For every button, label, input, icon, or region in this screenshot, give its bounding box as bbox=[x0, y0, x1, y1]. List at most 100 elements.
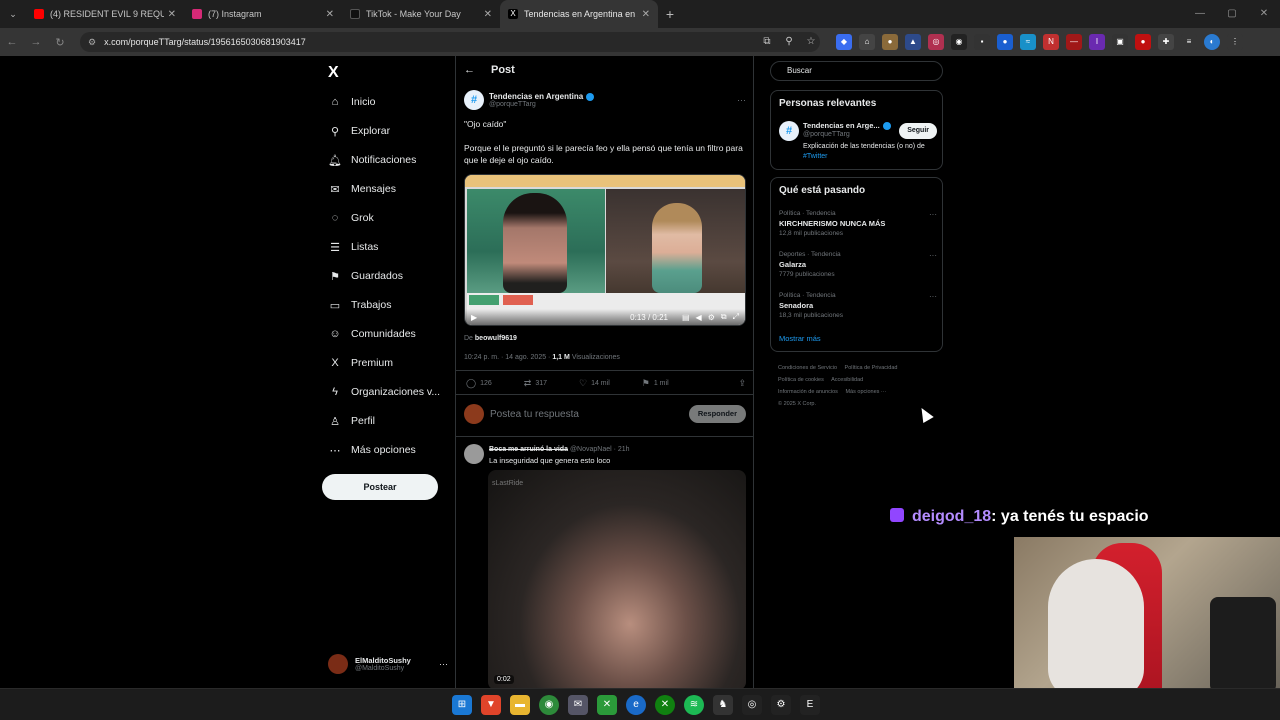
profile-avatar[interactable]: ◐ bbox=[1204, 34, 1220, 50]
mail-icon[interactable]: ✉ bbox=[568, 695, 588, 715]
close-icon[interactable]: ✕ bbox=[326, 9, 334, 20]
post-button[interactable]: Postear bbox=[322, 474, 438, 500]
extension-icon[interactable]: ◎ bbox=[928, 34, 944, 50]
forward-icon[interactable]: → bbox=[24, 36, 48, 48]
more-icon[interactable]: ··· bbox=[929, 251, 937, 260]
volume-icon[interactable]: ◀ bbox=[696, 313, 702, 322]
app-icon[interactable]: ♞ bbox=[713, 695, 733, 715]
install-icon[interactable]: ⧉ bbox=[760, 32, 774, 52]
repost-button[interactable]: ⇄ 317 bbox=[524, 378, 547, 389]
address-bar[interactable]: ⚙ x.com/porqueTTarg/status/1956165030681… bbox=[80, 32, 820, 52]
brave-icon[interactable]: ▼ bbox=[481, 695, 501, 715]
sidebar-icon[interactable]: ≡ bbox=[1181, 34, 1197, 50]
back-icon[interactable]: ← bbox=[0, 36, 24, 48]
extension-icon[interactable]: ◉ bbox=[951, 34, 967, 50]
more-icon[interactable]: ··· bbox=[737, 95, 746, 105]
nav-explorar[interactable]: ⚲ Explorar bbox=[328, 121, 390, 141]
nav-premium[interactable]: X Premium bbox=[328, 353, 393, 373]
follow-button[interactable]: Seguir bbox=[899, 123, 937, 139]
nav-mensajes[interactable]: ✉ Mensajes bbox=[328, 179, 396, 199]
settings-icon[interactable]: ⚙ bbox=[708, 313, 715, 322]
extension-icon[interactable]: ▣ bbox=[1112, 34, 1128, 50]
extension-icon[interactable]: N bbox=[1043, 34, 1059, 50]
search-input[interactable]: Buscar bbox=[770, 61, 943, 81]
steam-icon[interactable]: ⚙ bbox=[771, 695, 791, 715]
author-name[interactable]: Tendencias en Argentina bbox=[489, 92, 583, 101]
avatar[interactable] bbox=[464, 444, 484, 464]
author-handle[interactable]: @porqueTTarg bbox=[489, 101, 594, 108]
new-tab-button[interactable]: + bbox=[658, 6, 682, 22]
extension-icon[interactable]: ⌂ bbox=[859, 34, 875, 50]
close-window-icon[interactable]: ✕ bbox=[1248, 0, 1280, 28]
bookmark-button[interactable]: ⚑ 1 mil bbox=[642, 378, 669, 389]
tab-search-icon[interactable]: ⌄ bbox=[0, 0, 26, 28]
footer-link[interactable]: Política de cookies bbox=[778, 377, 824, 383]
nav-inicio[interactable]: ⌂ Inicio bbox=[328, 92, 376, 112]
post-video[interactable]: ▶ 0:13 / 0:21 ▤ ◀ ⚙ ⧉ ⤢ bbox=[464, 174, 746, 326]
nav-notificaciones[interactable]: 🔔︎ Notificaciones bbox=[328, 150, 416, 170]
x-logo-icon[interactable]: X bbox=[328, 64, 339, 82]
more-icon[interactable]: ··· bbox=[929, 292, 937, 301]
extension-icon[interactable]: ◆ bbox=[836, 34, 852, 50]
nav-trabajos[interactable]: ▭ Trabajos bbox=[328, 295, 392, 315]
zoom-icon[interactable]: ⚲ bbox=[782, 32, 796, 52]
from-user[interactable]: beowulf9619 bbox=[475, 335, 517, 342]
reload-icon[interactable]: ↻ bbox=[48, 36, 72, 49]
nav-comunidades[interactable]: ☺ Comunidades bbox=[328, 324, 415, 344]
account-switcher[interactable]: ElMalditoSushy @MalditoSushy ··· bbox=[328, 654, 448, 674]
tab-x[interactable]: X Tendencias en Argentina en X: ✕ bbox=[500, 0, 658, 28]
epic-icon[interactable]: E bbox=[800, 695, 820, 715]
tab-tiktok[interactable]: TikTok - Make Your Day ✕ bbox=[342, 0, 500, 28]
nav-grok[interactable]: ◌ Grok bbox=[328, 208, 374, 228]
trend-item[interactable]: Política · Tendencia KIRCHNERISMO NUNCA … bbox=[779, 210, 937, 237]
obs-icon[interactable]: ◎ bbox=[742, 695, 762, 715]
tab-youtube[interactable]: (4) RESIDENT EVIL 9 REQUIEM · ✕ bbox=[26, 0, 184, 28]
nav-guardados[interactable]: ⚑ Guardados bbox=[328, 266, 403, 286]
extension-icon[interactable]: I bbox=[1089, 34, 1105, 50]
reply-submit-button[interactable]: Responder bbox=[688, 405, 746, 423]
extension-icon[interactable]: ≈ bbox=[1020, 34, 1036, 50]
back-arrow-icon[interactable]: ← bbox=[464, 64, 475, 76]
nav-organizaciones[interactable]: ϟ Organizaciones v... bbox=[328, 382, 440, 402]
fullscreen-icon[interactable]: ⤢ bbox=[733, 312, 739, 322]
play-icon[interactable]: ▶ bbox=[471, 313, 477, 322]
footer-link[interactable]: Accesibilidad bbox=[831, 377, 863, 383]
extension-icon[interactable]: ▲ bbox=[905, 34, 921, 50]
windows-start-icon[interactable]: ⊞ bbox=[452, 695, 472, 715]
show-more-link[interactable]: Mostrar más bbox=[779, 334, 821, 343]
post-timestamp[interactable]: 10:24 p. m. · 14 ago. 2025 · bbox=[464, 354, 550, 361]
close-icon[interactable]: ✕ bbox=[168, 9, 176, 20]
chrome-icon[interactable]: ◉ bbox=[539, 695, 559, 715]
footer-link[interactable]: Más opciones ··· bbox=[845, 389, 886, 395]
extension-icon[interactable]: ▪ bbox=[974, 34, 990, 50]
pip-icon[interactable]: ⧉ bbox=[721, 312, 727, 322]
folder-icon[interactable]: ▬ bbox=[510, 695, 530, 715]
trend-item[interactable]: Política · Tendencia Senadora 18,3 mil p… bbox=[779, 292, 937, 319]
more-icon[interactable]: ··· bbox=[929, 210, 937, 219]
tab-instagram[interactable]: (7) Instagram ✕ bbox=[184, 0, 342, 28]
like-button[interactable]: ♡ 14 mil bbox=[579, 378, 610, 389]
close-icon[interactable]: ✕ bbox=[484, 9, 492, 20]
edge-icon[interactable]: e bbox=[626, 695, 646, 715]
star-icon[interactable]: ☆ bbox=[804, 32, 818, 52]
footer-link[interactable]: Condiciones de Servicio bbox=[778, 365, 837, 371]
puzzle-icon[interactable]: ✚ bbox=[1158, 34, 1174, 50]
hashtag-avatar-icon[interactable]: # bbox=[779, 121, 799, 141]
menu-icon[interactable]: ⋮ bbox=[1227, 34, 1243, 50]
extension-icon[interactable]: ● bbox=[997, 34, 1013, 50]
extension-icon[interactable]: — bbox=[1066, 34, 1082, 50]
spotify-icon[interactable]: ≋ bbox=[684, 695, 704, 715]
extension-icon[interactable]: ● bbox=[882, 34, 898, 50]
nav-listas[interactable]: ☰ Listas bbox=[328, 237, 378, 257]
excel-icon[interactable]: ✕ bbox=[597, 695, 617, 715]
xbox-icon[interactable]: ✕ bbox=[655, 695, 675, 715]
share-icon[interactable]: ⇪ bbox=[738, 378, 746, 389]
maximize-icon[interactable]: ▢ bbox=[1216, 0, 1248, 28]
reply-button[interactable]: ◯ 126 bbox=[466, 378, 492, 389]
minimize-icon[interactable]: — bbox=[1184, 0, 1216, 28]
site-info-icon[interactable]: ⚙ bbox=[88, 37, 96, 48]
nav-mas-opciones[interactable]: ⋯ Más opciones bbox=[328, 440, 416, 460]
trend-item[interactable]: Deportes · Tendencia Galarza 7779 public… bbox=[779, 251, 937, 278]
bio-hashtag[interactable]: #Twitter bbox=[803, 153, 828, 160]
footer-link[interactable]: Política de Privacidad bbox=[845, 365, 898, 371]
